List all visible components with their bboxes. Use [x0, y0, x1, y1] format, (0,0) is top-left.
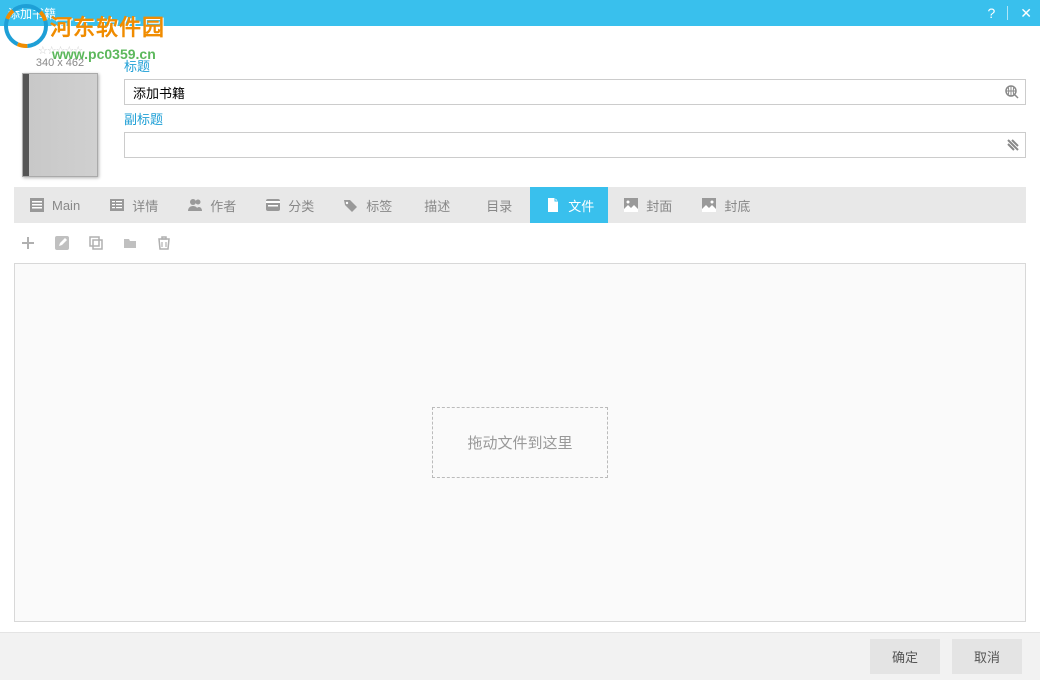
tags-icon: [342, 196, 360, 214]
front-cover-icon: [622, 196, 640, 214]
details-icon: [108, 196, 126, 214]
titlebar-separator: [1007, 6, 1008, 20]
footer: 确定 取消: [0, 632, 1040, 680]
dropzone-text: 拖动文件到这里: [432, 407, 607, 478]
tabs-bar: Main 详情 作者 分类 标签 描述 目录: [14, 187, 1026, 223]
file-toolbar: [14, 223, 1026, 263]
cover-column: ☆☆☆☆☆ 340 x 462: [14, 44, 106, 177]
title-input[interactable]: [124, 79, 1026, 105]
tab-label: 描述: [424, 196, 450, 215]
tab-details[interactable]: 详情: [94, 187, 172, 223]
tab-category[interactable]: 分类: [250, 187, 328, 223]
header-row: ☆☆☆☆☆ 340 x 462 标题 副标题: [14, 44, 1026, 177]
subtitle-input-wrap: [124, 132, 1026, 158]
tab-label: 封面: [646, 196, 672, 215]
delete-button[interactable]: [154, 233, 174, 253]
titlebar-controls: ? ✕: [987, 5, 1032, 22]
rating-stars[interactable]: ☆☆☆☆☆: [38, 44, 82, 57]
subtitle-input[interactable]: [124, 132, 1026, 158]
title-label: 标题: [124, 56, 1026, 75]
tab-main[interactable]: Main: [14, 187, 94, 223]
tab-author[interactable]: 作者: [172, 187, 250, 223]
folder-button[interactable]: [120, 233, 140, 253]
window-title: 添加书籍: [8, 5, 987, 22]
author-icon: [186, 196, 204, 214]
tab-label: 作者: [210, 196, 236, 215]
tab-label: Main: [52, 198, 80, 213]
search-web-icon[interactable]: [1004, 84, 1020, 100]
back-cover-icon: [700, 196, 718, 214]
tab-label: 封底: [724, 196, 750, 215]
title-input-wrap: [124, 79, 1026, 105]
cancel-button[interactable]: 取消: [952, 639, 1022, 674]
edit-button[interactable]: [52, 233, 72, 253]
tab-label: 详情: [132, 196, 158, 215]
titlebar: 添加书籍 ? ✕: [0, 0, 1040, 26]
clear-icon[interactable]: [1006, 138, 1020, 152]
close-button[interactable]: ✕: [1020, 5, 1032, 22]
add-button[interactable]: [18, 233, 38, 253]
cover-dimensions: 340 x 462: [36, 57, 84, 69]
cover-image[interactable]: [22, 73, 98, 177]
tab-label: 目录: [486, 196, 512, 215]
fields-column: 标题 副标题: [124, 44, 1026, 177]
main-icon: [28, 196, 46, 214]
tab-description[interactable]: 描述: [406, 187, 468, 223]
dialog-window: 添加书籍 ? ✕ 河东软件园 www.pc0359.cn ☆☆☆☆☆ 340 x…: [0, 0, 1040, 680]
category-icon: [264, 196, 282, 214]
tab-front-cover[interactable]: 封面: [608, 187, 686, 223]
help-button[interactable]: ?: [987, 5, 995, 21]
tab-label: 分类: [288, 196, 314, 215]
tab-tags[interactable]: 标签: [328, 187, 406, 223]
copy-button[interactable]: [86, 233, 106, 253]
content-area: ☆☆☆☆☆ 340 x 462 标题 副标题: [0, 26, 1040, 632]
tab-files[interactable]: 文件: [530, 187, 608, 223]
subtitle-label: 副标题: [124, 109, 1026, 128]
files-icon: [544, 196, 562, 214]
tab-label: 标签: [366, 196, 392, 215]
ok-button[interactable]: 确定: [870, 639, 940, 674]
tab-toc[interactable]: 目录: [468, 187, 530, 223]
dropzone-area[interactable]: 拖动文件到这里: [14, 263, 1026, 622]
tab-label: 文件: [568, 196, 594, 215]
tab-back-cover[interactable]: 封底: [686, 187, 764, 223]
